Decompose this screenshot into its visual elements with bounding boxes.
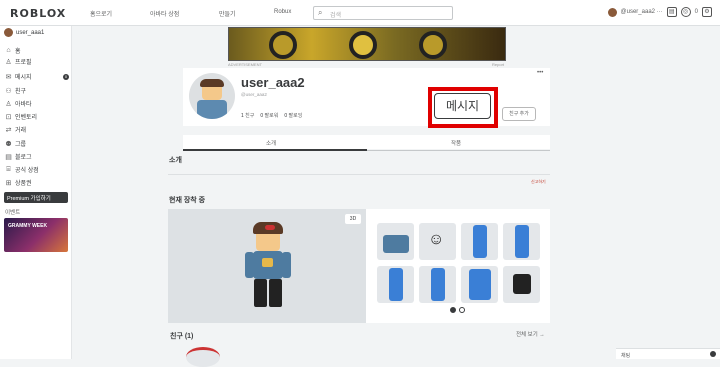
user-avatar-small[interactable] xyxy=(607,7,617,17)
worn-item-torso[interactable] xyxy=(461,266,498,303)
friends-icon: ⚇ xyxy=(5,87,12,95)
profile-stats: 1 친구 0 팔로워 0 팔로잉 xyxy=(241,112,302,119)
sidebar-avatar xyxy=(4,28,13,37)
worn-item-arm[interactable] xyxy=(461,223,498,260)
ad-gear-graphic xyxy=(269,31,297,59)
robux-icon[interactable]: ◎ xyxy=(680,7,691,17)
profile-name: user_aaa2 xyxy=(241,75,305,90)
worn-item-shirt[interactable] xyxy=(377,223,414,260)
friends-heading: 친구 (1) xyxy=(170,333,194,340)
notifications-icon[interactable]: ▤ xyxy=(666,7,677,17)
avatar-3d-figure xyxy=(245,222,291,310)
message-button[interactable]: 메시지 xyxy=(434,93,491,119)
pager-dot-2[interactable] xyxy=(459,307,465,313)
items-pager xyxy=(450,307,465,313)
ad-robot-graphic xyxy=(349,31,377,59)
events-label: 이벤트 xyxy=(5,210,21,216)
sidebar-item-gift-cards[interactable]: ⊞ 상품권 xyxy=(5,178,32,188)
worn-item-arm-2[interactable] xyxy=(503,223,540,260)
worn-item-face[interactable]: ☺ xyxy=(419,223,456,260)
stat-followers[interactable]: 0 팔로워 xyxy=(260,112,278,119)
sidebar-user[interactable]: user_aaa1 xyxy=(4,28,44,37)
about-heading: 소개 xyxy=(169,157,182,164)
avatar-icon: ♙ xyxy=(5,100,12,108)
settings-icon[interactable]: ⚙ xyxy=(702,7,712,17)
store-icon: ⌸ xyxy=(6,165,11,173)
sidebar-item-profile[interactable]: ♙ 프로필 xyxy=(5,57,31,67)
ad-gear-graphic-2 xyxy=(419,31,447,59)
sidebar-item-inventory[interactable]: ⊡ 인벤토리 xyxy=(5,112,38,122)
profile-tabs xyxy=(183,135,550,149)
stat-following[interactable]: 0 팔로잉 xyxy=(284,112,302,119)
see-all-friends-link[interactable]: 전체 보기 → xyxy=(516,330,545,338)
chat-toggle-icon[interactable] xyxy=(710,351,716,357)
report-abuse-link[interactable]: 신고하기 xyxy=(531,179,546,185)
profile-handle: @user_aaa2 xyxy=(241,92,267,97)
top-bar: ROBLOX 홈으로기 아바타 상점 만들기 Robux ⌕ 검색 @user_… xyxy=(0,0,720,26)
top-right-controls: @user_aaa2 ··· ▤ ◎ 0 ⚙ xyxy=(607,7,712,17)
add-friend-button[interactable]: 친구 추가 xyxy=(502,107,536,121)
message-icon: ✉ xyxy=(5,73,12,81)
sidebar-item-official-store[interactable]: ⌸ 공식 상점 xyxy=(5,165,38,175)
nav-avatar-shop[interactable]: 아바타 상점 xyxy=(150,9,179,18)
toggle-3d-button[interactable]: 3D xyxy=(345,214,361,224)
nav-create[interactable]: 만들기 xyxy=(219,9,236,18)
sidebar-item-trade[interactable]: ⇄ 거래 xyxy=(5,125,26,135)
premium-button[interactable]: Premium 가입하기 xyxy=(4,192,68,203)
trade-icon: ⇄ xyxy=(5,126,12,134)
currently-wearing-heading: 현재 장착 중 xyxy=(169,197,206,204)
search-icon: ⌕ xyxy=(318,8,323,17)
sidebar-item-blog[interactable]: ▤ 블로그 xyxy=(5,152,31,162)
sidebar-item-home[interactable]: ⌂ 홈 xyxy=(5,46,20,55)
event-banner[interactable]: GRAMMY WEEK xyxy=(4,218,68,252)
more-options-icon[interactable]: ••• xyxy=(537,70,543,76)
stat-friends[interactable]: 1 친구 xyxy=(241,112,254,119)
sidebar-item-messages[interactable]: ✉ 메시지 xyxy=(5,72,32,82)
home-icon: ⌂ xyxy=(6,47,11,54)
inventory-icon: ⊡ xyxy=(5,113,12,121)
groups-icon: ⚉ xyxy=(5,140,12,148)
sidebar-item-avatar[interactable]: ♙ 아바타 xyxy=(5,99,31,109)
active-tab-indicator xyxy=(183,149,367,151)
top-username[interactable]: @user_aaa2 ··· xyxy=(621,9,663,15)
advertisement-banner[interactable] xyxy=(228,27,506,61)
worn-item-leg[interactable] xyxy=(377,266,414,303)
roblox-logo[interactable]: ROBLOX xyxy=(10,7,66,20)
search-input[interactable]: ⌕ 검색 xyxy=(313,6,453,20)
profile-icon: ♙ xyxy=(5,58,12,66)
gift-icon: ⊞ xyxy=(5,179,12,187)
profile-avatar xyxy=(189,73,235,119)
friend-avatar[interactable] xyxy=(186,347,220,367)
tab-creations[interactable]: 작품 xyxy=(451,139,461,147)
worn-item-leg-2[interactable] xyxy=(419,266,456,303)
ad-label: ADVERTISEMENT xyxy=(228,62,262,67)
sidebar-item-friends[interactable]: ⚇ 친구 xyxy=(5,86,26,96)
smile-face-icon: ☺ xyxy=(428,231,445,248)
pager-dot-1[interactable] xyxy=(450,307,456,313)
robux-count: 0 xyxy=(694,9,698,15)
message-count-badge: 0 xyxy=(63,74,69,80)
nav-robux[interactable]: Robux xyxy=(274,9,291,15)
worn-item-hat[interactable] xyxy=(503,266,540,303)
blog-icon: ▤ xyxy=(5,153,12,161)
nav-discover[interactable]: 홈으로기 xyxy=(90,9,112,18)
sidebar-item-groups[interactable]: ⚉ 그룹 xyxy=(5,139,26,149)
chat-bar[interactable]: 채팅 xyxy=(616,348,720,359)
ad-report-link[interactable]: Report xyxy=(492,62,504,67)
tab-about[interactable]: 소개 xyxy=(266,139,276,147)
